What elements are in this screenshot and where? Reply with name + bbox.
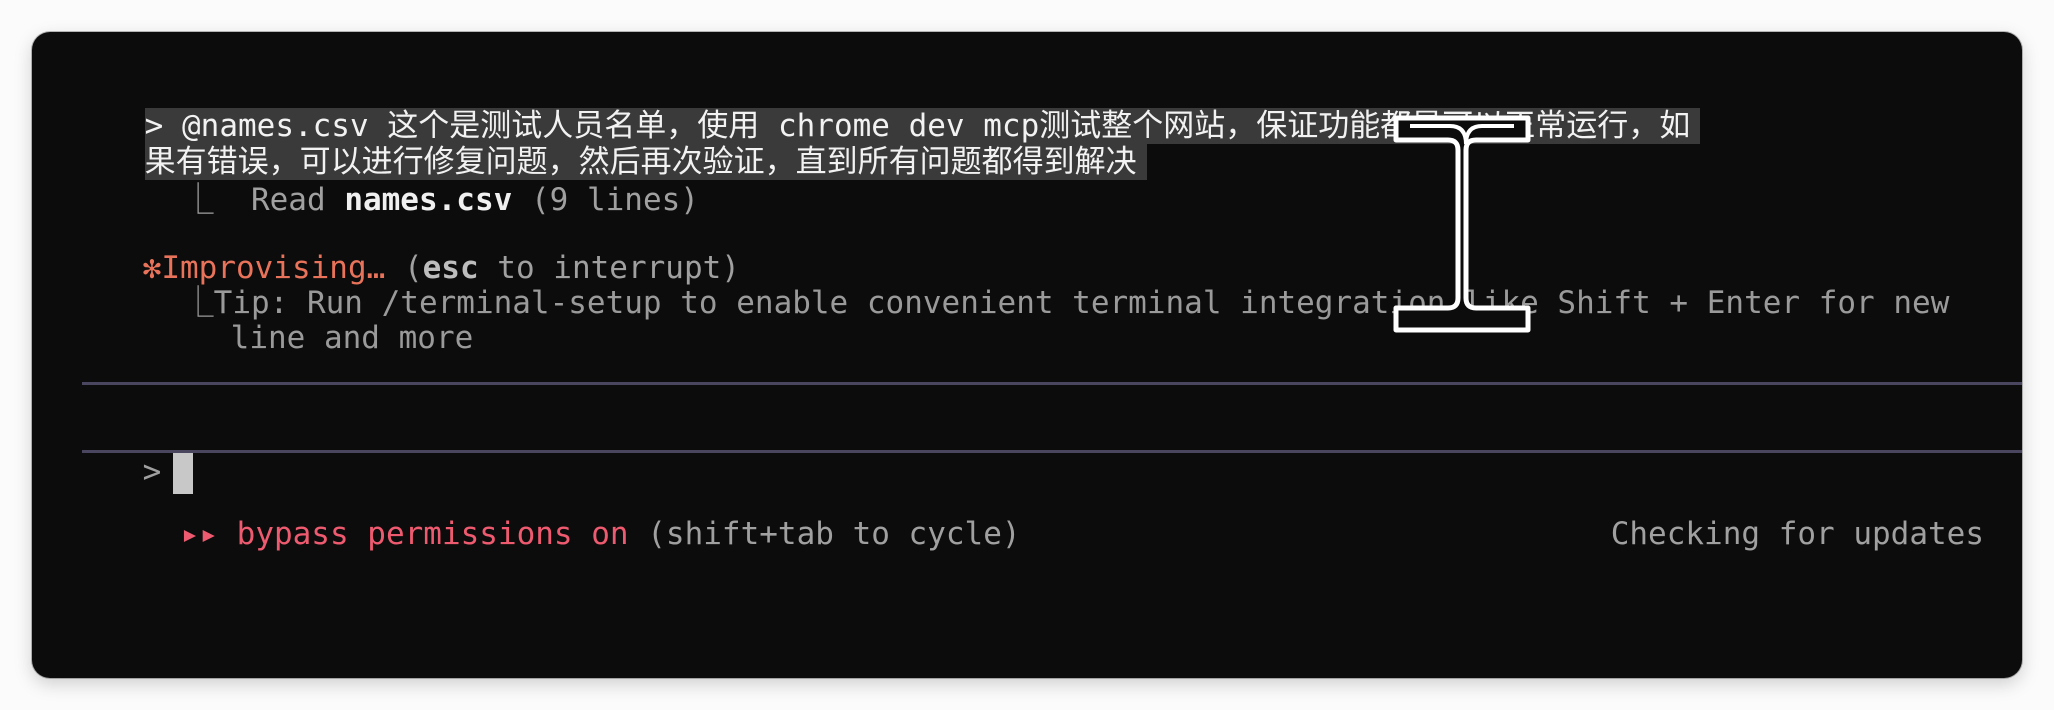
update-status: Checking for updates (1536, 468, 1984, 552)
terminal-window: > @names.csv 这个是测试人员名单，使用 chrome dev mcp… (32, 32, 2022, 678)
mode-hint: (shift+tab to cycle) (647, 516, 1021, 552)
fast-forward-icon: ▸▸ (180, 516, 218, 552)
update-status-text: Checking for updates (1610, 516, 1984, 552)
input-divider-bottom (82, 450, 2022, 453)
i-beam-cursor-icon (1393, 115, 1531, 333)
input-field[interactable]: > (68, 406, 194, 494)
footer-mode[interactable]: ▸▸ bypass permissions on (shift+tab to c… (106, 468, 1021, 552)
tip-text-line-1: Tip: Run /terminal-setup to enable conve… (213, 285, 1950, 321)
tip-line-2: line and more (156, 272, 474, 356)
input-divider-top (82, 382, 2022, 385)
tip-text-line-2: line and more (230, 320, 474, 356)
read-result: ⎿ Read names.csv (9 lines) (108, 134, 699, 218)
mode-label: bypass permissions on (236, 516, 629, 552)
